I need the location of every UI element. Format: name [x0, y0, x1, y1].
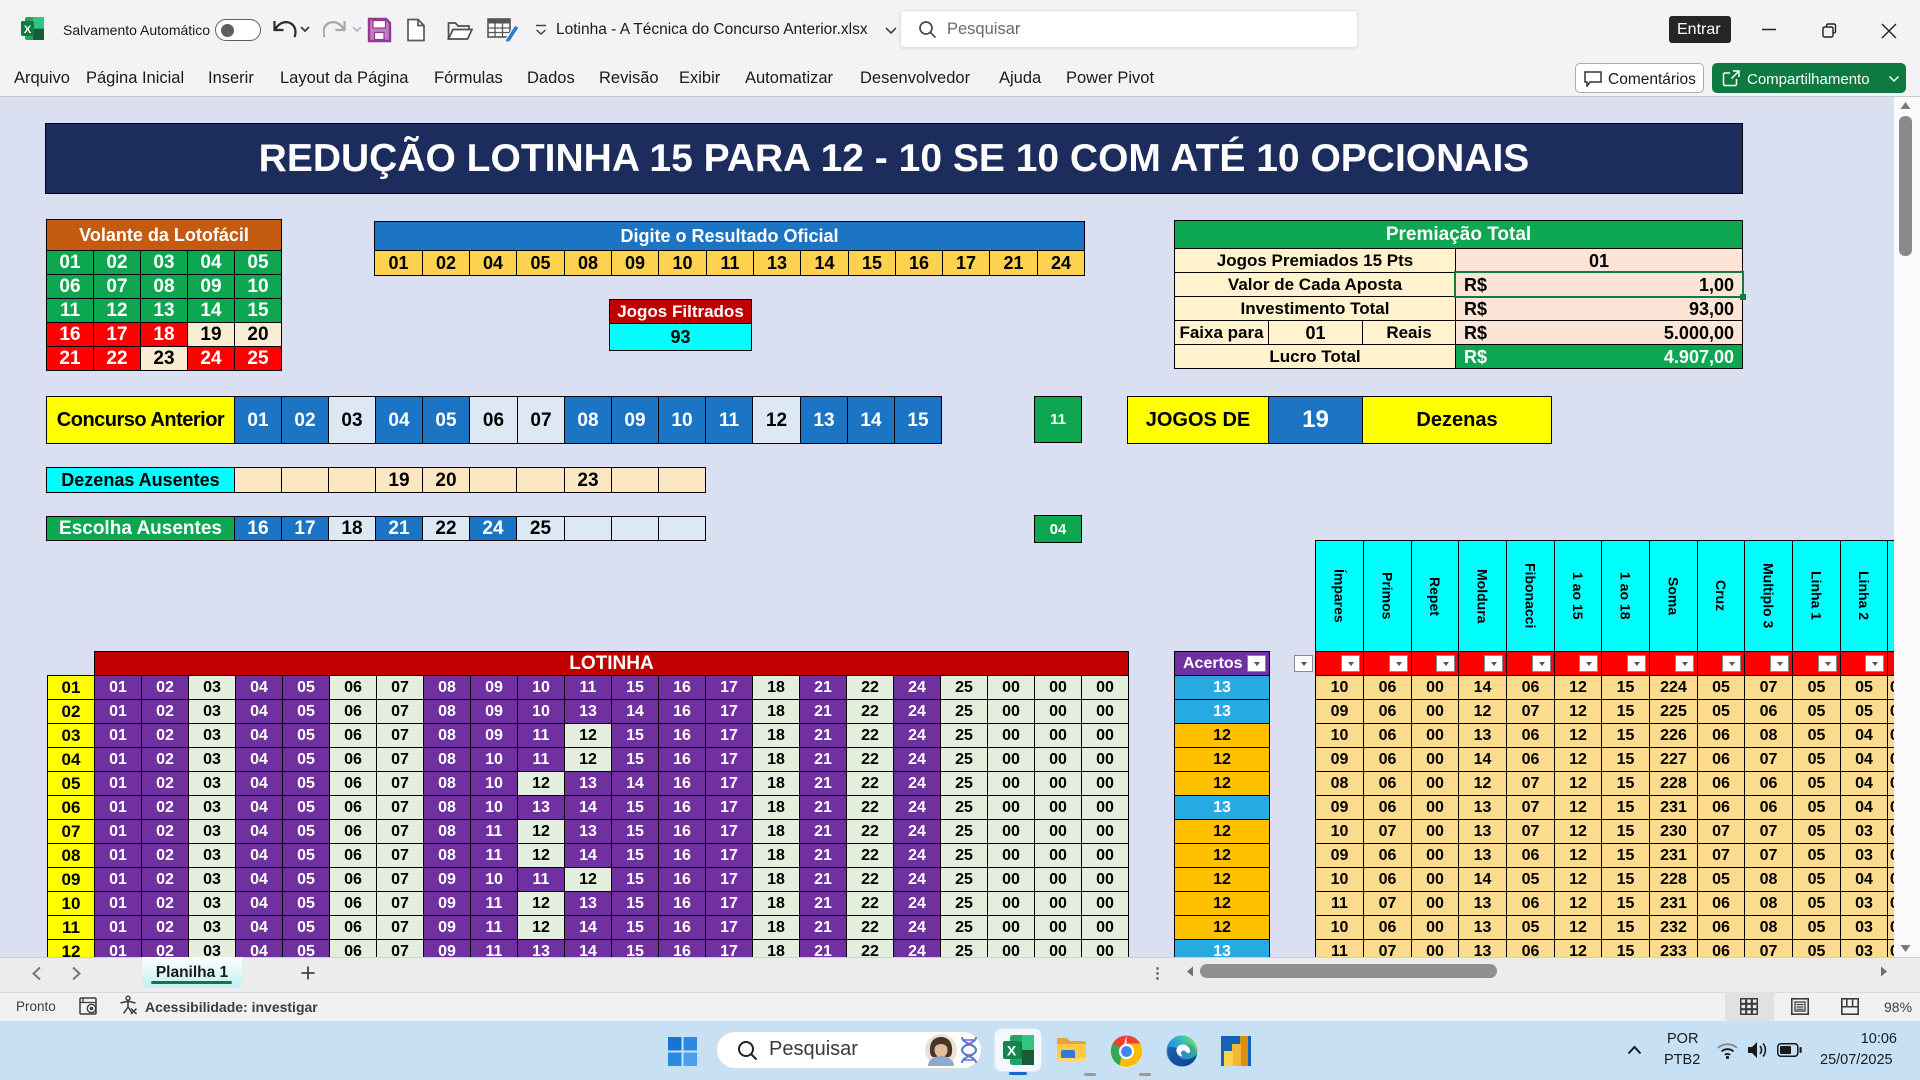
svg-text:X: X — [24, 24, 32, 36]
svg-text:X: X — [1007, 1043, 1017, 1059]
